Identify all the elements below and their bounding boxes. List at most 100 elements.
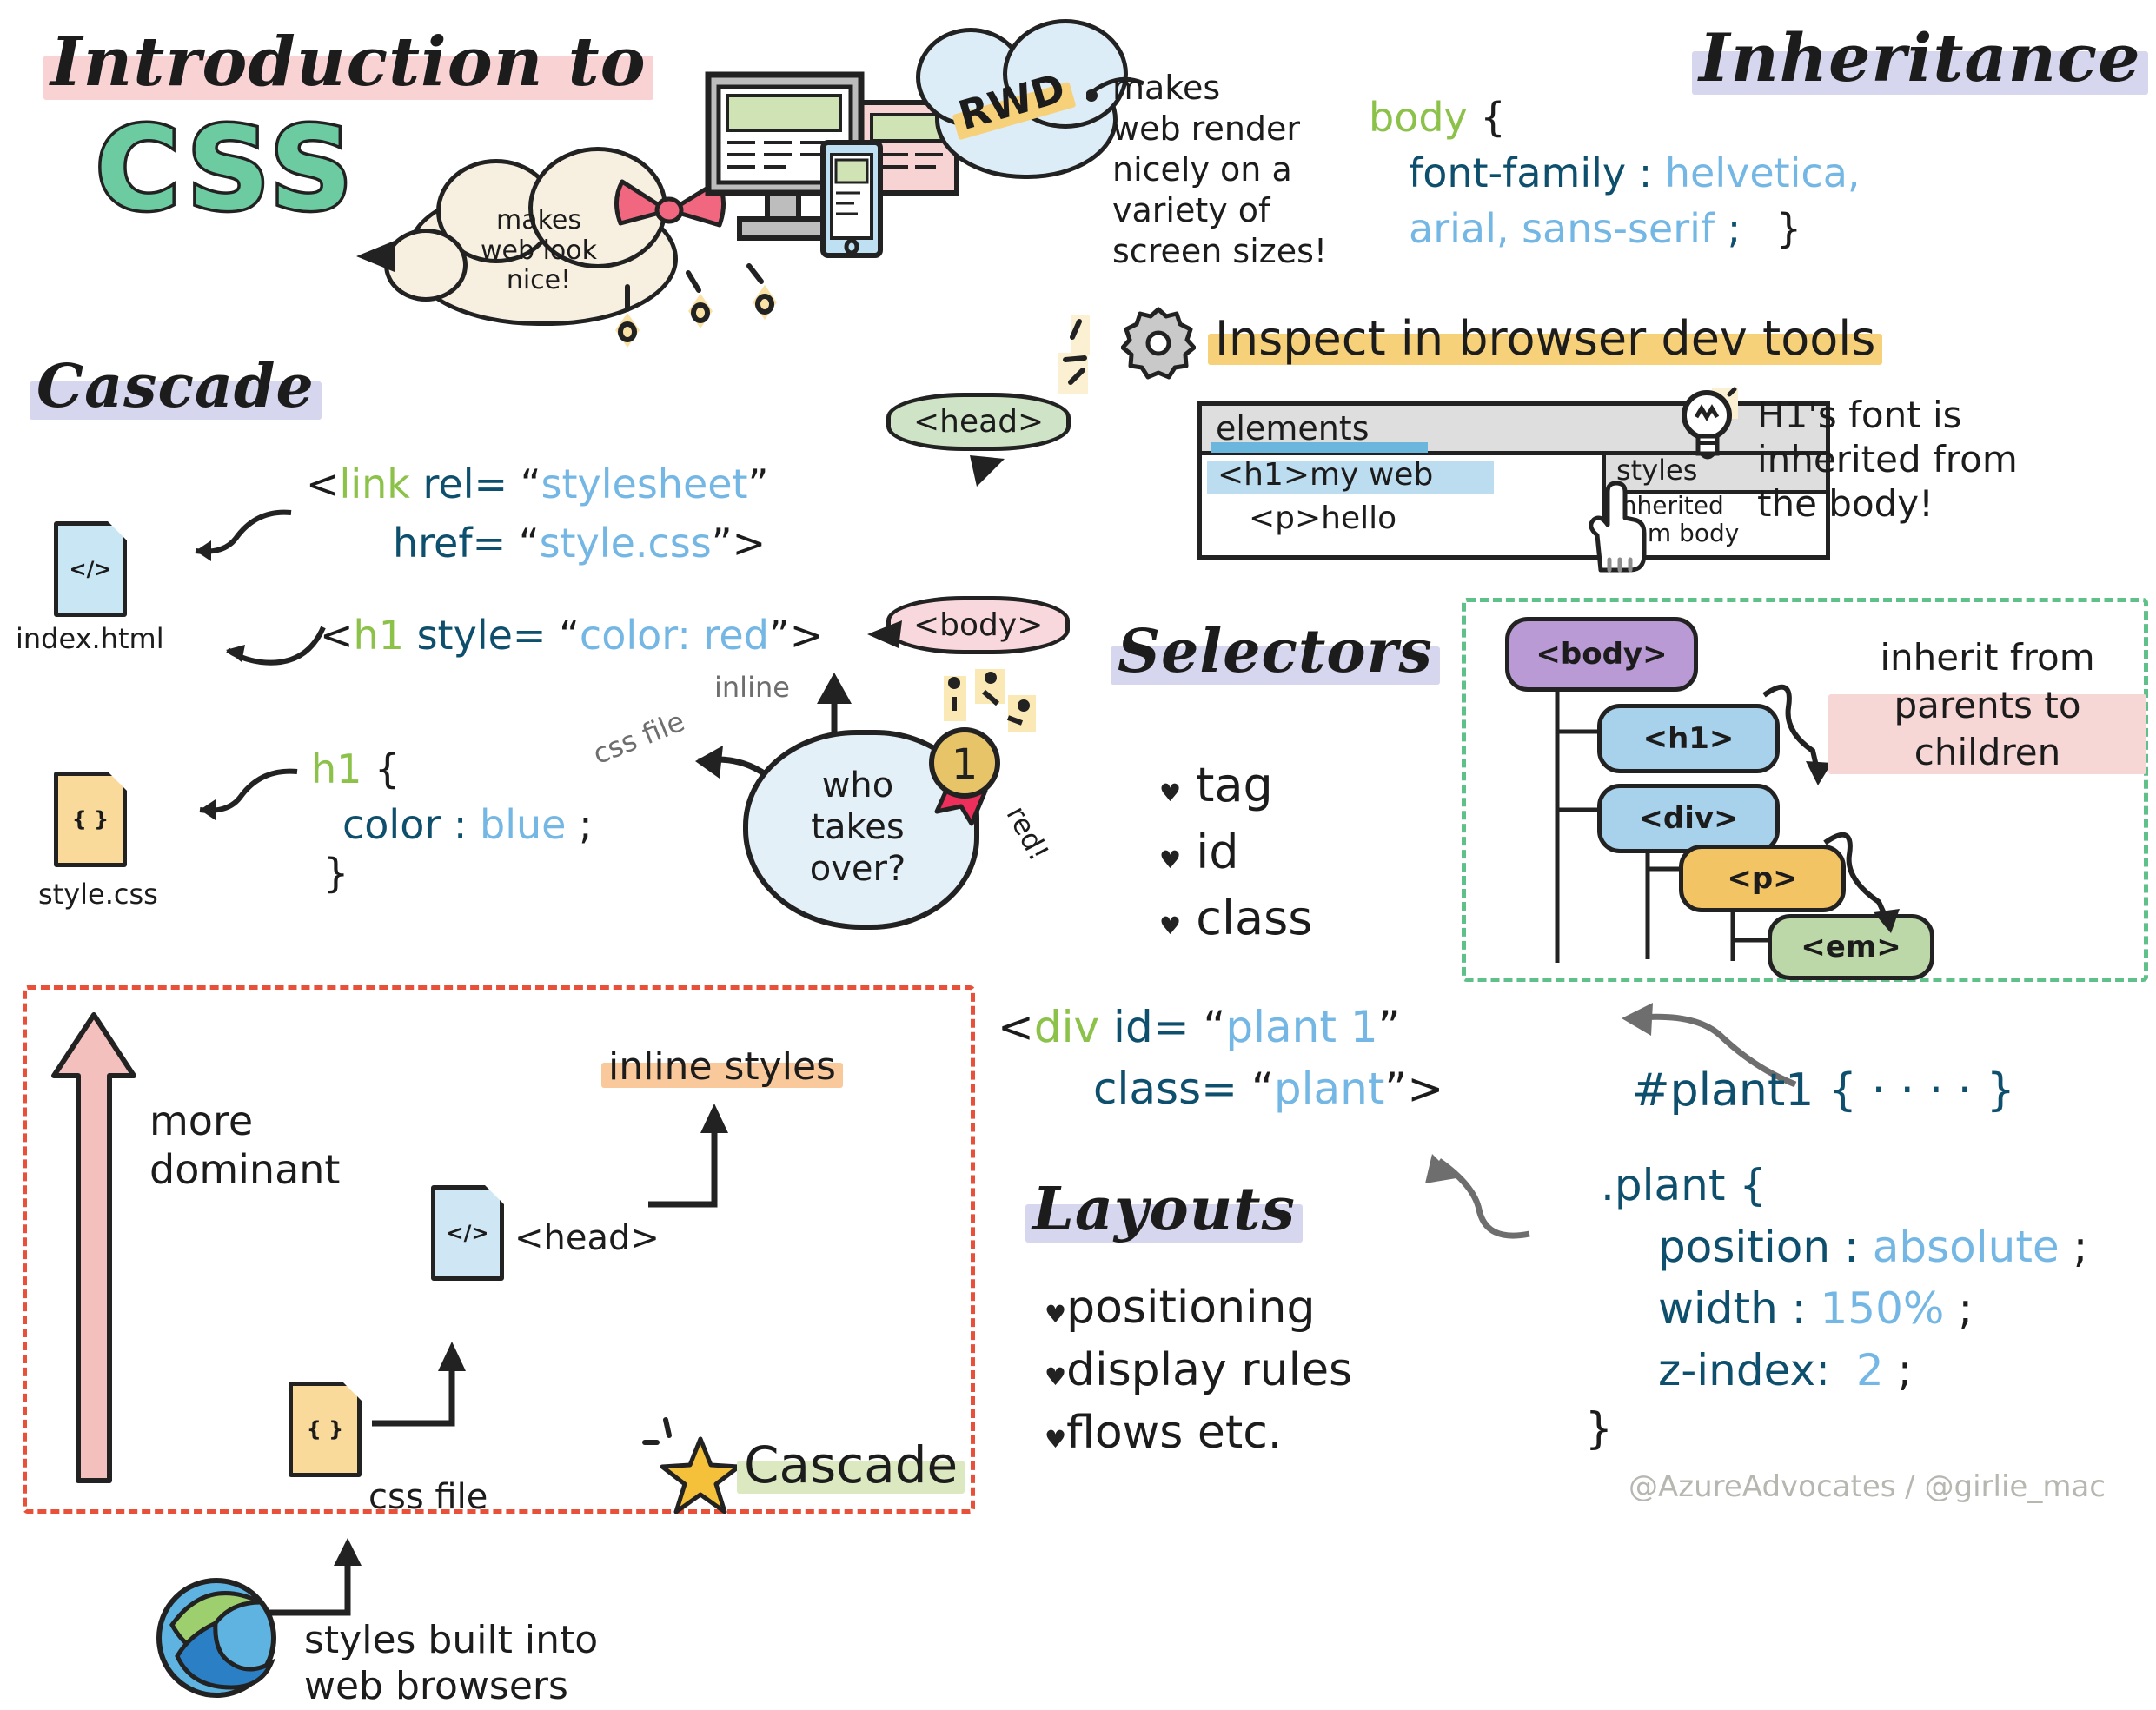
inherit-parents-note: inherit from parents to children bbox=[1828, 634, 2146, 777]
heart-bullet-icon: ♥ bbox=[1038, 1421, 1070, 1457]
devtools-elements-pane[interactable]: <h1>my web <p>hello bbox=[1202, 455, 1602, 555]
divp-gt: > bbox=[1407, 1064, 1444, 1114]
selectors-list: ♥ tag ♥ id ♥ class bbox=[1153, 752, 1313, 952]
h1-tag: h1 bbox=[353, 612, 404, 659]
link-rel-q2: ” bbox=[747, 461, 769, 507]
plant-prop-1: width bbox=[1658, 1283, 1778, 1334]
link-href-eq: = bbox=[472, 519, 507, 567]
inh-selector: body bbox=[1369, 94, 1468, 141]
divp-class-eq: = bbox=[1201, 1064, 1238, 1114]
selectors-list-item: ♥ id bbox=[1153, 824, 1239, 879]
plant-semi-2: ; bbox=[1897, 1345, 1913, 1395]
devtools-heading: Inspect in browser dev tools bbox=[1207, 311, 1883, 366]
selectors-heading: Selectors bbox=[1111, 617, 1440, 686]
devtools-element-1[interactable]: <p>hello bbox=[1249, 500, 1396, 536]
h1-style-q2: ” bbox=[768, 612, 790, 659]
plant-semi-0: ; bbox=[2073, 1222, 2088, 1272]
divp-class-attr: class bbox=[1093, 1064, 1202, 1114]
plant-prop-0: position bbox=[1658, 1222, 1831, 1272]
arrow-class-rule bbox=[1425, 1154, 1530, 1239]
plant-colon-1: : bbox=[1791, 1283, 1807, 1334]
h1-style-eq: = bbox=[512, 612, 547, 659]
medal-answer-label: red! bbox=[999, 800, 1056, 866]
tree-node-div: <div> bbox=[1597, 784, 1780, 853]
id-selector-rule: #plant1 { · · · · } bbox=[1632, 1064, 2015, 1117]
plant-value-2: 2 bbox=[1855, 1345, 1884, 1395]
plant-value-0: absolute bbox=[1872, 1222, 2060, 1272]
more-dominant-label: more dominant bbox=[149, 1097, 341, 1194]
rwd-bubble: RWD bbox=[912, 19, 1145, 181]
link-href-q2: ” bbox=[711, 519, 733, 567]
plant-semi-1: ; bbox=[1958, 1283, 1974, 1334]
link-lt: < bbox=[306, 461, 340, 507]
css-rule-block: h1 { color : blue ; } bbox=[311, 744, 593, 899]
divp-class-q1: “ bbox=[1250, 1064, 1274, 1114]
inh-semicolon: ; bbox=[1727, 204, 1741, 252]
divp-lt: < bbox=[998, 1002, 1034, 1052]
divp-id-q1: “ bbox=[1203, 1002, 1226, 1052]
who-takes-over-text: who takes over? bbox=[809, 766, 906, 889]
divp-class-q2: ” bbox=[1384, 1064, 1408, 1114]
rwd-note: makes web render nicely on a variety of … bbox=[1112, 69, 1328, 271]
css-wordmark: CSS bbox=[93, 100, 358, 240]
inh-colon: : bbox=[1638, 149, 1653, 196]
devtools-element-0[interactable]: <h1>my web bbox=[1217, 457, 1433, 493]
edge-browser-icon bbox=[151, 1573, 282, 1707]
body-tag-label: <body> bbox=[913, 607, 1044, 643]
link-rel-attr: rel bbox=[422, 461, 474, 507]
dominance-css-file: { } bbox=[289, 1382, 362, 1477]
layouts-list-item: ♥positioning bbox=[1038, 1282, 1316, 1334]
heart-bullet-icon: ♥ bbox=[1153, 774, 1184, 811]
h1-lt: < bbox=[320, 612, 354, 659]
link-tag: link bbox=[339, 461, 410, 507]
tree-node-h1: <h1> bbox=[1597, 704, 1780, 773]
tree-node-body: <body> bbox=[1505, 617, 1698, 692]
divp-class-value: plant bbox=[1273, 1064, 1385, 1114]
head-tag-label: <head> bbox=[913, 404, 1045, 440]
divp-id-eq: = bbox=[1152, 1002, 1190, 1052]
divp-id-value: plant 1 bbox=[1225, 1002, 1378, 1052]
plant-selector: .plant bbox=[1601, 1160, 1726, 1210]
link-href-q1: “ bbox=[518, 519, 540, 567]
inline-label: inline bbox=[714, 671, 790, 704]
inh-close-brace: } bbox=[1775, 204, 1802, 252]
rule-close-brace: } bbox=[323, 849, 349, 897]
layouts-list-item: ♥flows etc. bbox=[1038, 1406, 1283, 1459]
html-file-glyph: </> bbox=[54, 521, 127, 617]
h1-gt: > bbox=[789, 612, 824, 659]
h1-inline-style-code: <h1 style= “color: red”> bbox=[320, 610, 823, 662]
divp-id-attr: id bbox=[1113, 1002, 1153, 1052]
link-href-attr: href bbox=[393, 519, 473, 567]
selectors-list-item: ♥ tag bbox=[1153, 758, 1273, 812]
head-html-file: </> bbox=[431, 1185, 504, 1281]
gear-icon bbox=[1120, 306, 1197, 384]
selectors-list-item: ♥ class bbox=[1153, 891, 1313, 946]
more-dominant-arrow bbox=[51, 1012, 136, 1483]
divp-tag: div bbox=[1033, 1002, 1100, 1052]
div-plant-code: <div id= “plant 1” class= “plant”> bbox=[998, 999, 1443, 1117]
index-html-label: index.html bbox=[16, 622, 164, 655]
sparkle-lines-icon bbox=[1058, 315, 1090, 394]
arrow-css-to-rule bbox=[199, 768, 298, 820]
credit-line: @AzureAdvocates / @girlie_mac bbox=[1629, 1469, 2106, 1504]
browser-styles-note: styles built into web browsers bbox=[304, 1618, 599, 1708]
arrow-index-to-link bbox=[195, 509, 292, 561]
lightbulb-icon bbox=[1677, 386, 1750, 473]
head-tag-bubble: <head> bbox=[886, 393, 1071, 487]
inh-open-brace: { bbox=[1480, 94, 1506, 141]
index-html-file: </> bbox=[54, 521, 127, 617]
heart-bullet-icon: ♥ bbox=[1038, 1358, 1070, 1395]
rule-colon: : bbox=[453, 800, 468, 848]
h1-style-value: color: red bbox=[579, 612, 769, 659]
rule-selector: h1 bbox=[311, 746, 362, 792]
heart-bullet-icon: ♥ bbox=[1153, 907, 1184, 944]
plant-value-1: 150% bbox=[1820, 1283, 1945, 1334]
dominance-css-file-label: css file bbox=[368, 1477, 488, 1517]
divp-id-q2: ” bbox=[1377, 1002, 1401, 1052]
plant-class-rule: .plant { position : absolute ; width : 1… bbox=[1585, 1157, 2088, 1457]
inh-property: font-family bbox=[1409, 149, 1627, 196]
medal-sparkle-icon bbox=[944, 669, 1036, 732]
inheritance-tip-text: H1's font is inherited from the body! bbox=[1757, 394, 2018, 526]
plant-prop-2: z-index: bbox=[1658, 1345, 1830, 1395]
link-rel-q1: “ bbox=[520, 461, 541, 507]
